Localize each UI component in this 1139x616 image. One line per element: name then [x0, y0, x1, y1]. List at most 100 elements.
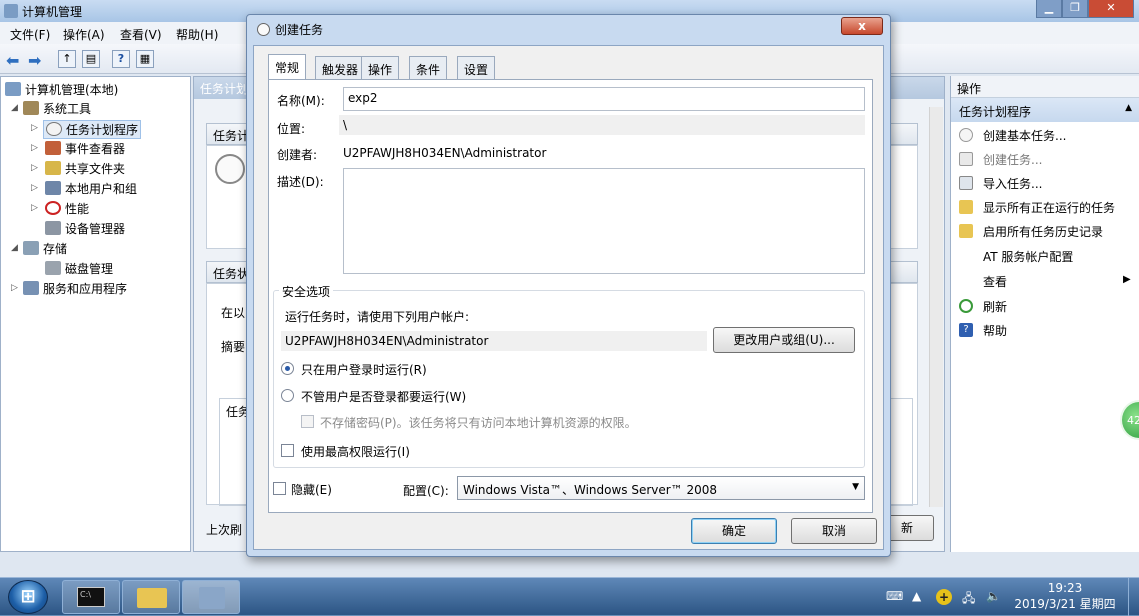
refresh-icon [959, 299, 973, 313]
import-task-icon [959, 176, 973, 190]
tray-notification-icon[interactable]: + [936, 589, 952, 605]
tree-storage[interactable]: 存储 [23, 240, 67, 257]
tray-expand-icon[interactable]: ▲ [912, 589, 921, 603]
up-folder-icon[interactable]: ↑ [58, 50, 76, 68]
tree-root[interactable]: 计算机管理(本地) [5, 81, 118, 98]
main-title: 计算机管理 [22, 5, 83, 19]
close-button[interactable]: ✕ [1088, 0, 1134, 18]
menu-file[interactable]: 文件(F) [10, 26, 50, 43]
description-textarea[interactable] [343, 168, 865, 274]
action-view[interactable]: 查看 [983, 273, 1007, 290]
computer-management-icon [199, 587, 225, 609]
tree-task-scheduler[interactable]: 任务计划程序 [43, 120, 142, 139]
radio-run-logged-on[interactable] [281, 362, 294, 375]
run-as-text: 运行任务时，请使用下列用户帐户: [285, 310, 470, 324]
radio-run-whether-logged[interactable] [281, 389, 294, 402]
action-help[interactable]: 帮助 [983, 322, 1007, 339]
cancel-button[interactable]: 取消 [791, 518, 877, 544]
tree-local-users[interactable]: 本地用户和组 [45, 180, 137, 197]
taskbar-computer-management[interactable] [182, 580, 240, 614]
actions-section-task-scheduler[interactable]: 任务计划程序 ▲ [951, 98, 1139, 122]
highest-privileges-label[interactable]: 使用最高权限运行(I) [301, 443, 410, 460]
taskbar-explorer[interactable] [122, 580, 180, 614]
no-store-password-label: 不存储密码(P)。该任务将只有访问本地计算机资源的权限。 [320, 416, 637, 430]
users-icon [45, 181, 61, 195]
performance-icon [45, 201, 61, 215]
tree-event-viewer[interactable]: 事件查看器 [45, 140, 125, 157]
tab-actions[interactable]: 操作 [361, 56, 400, 79]
chevron-down-icon: ▼ [852, 482, 859, 492]
summary-label: 摘要 [221, 340, 246, 354]
start-button[interactable]: ⊞ [8, 580, 48, 614]
keyboard-icon[interactable]: ⌨ [886, 589, 903, 603]
action-create-basic-task[interactable]: 创建基本任务... [983, 127, 1066, 144]
ok-button[interactable]: 确定 [691, 518, 777, 544]
maximize-button[interactable]: ❐ [1062, 0, 1088, 18]
clock-date: 2019/3/21 星期四 [1014, 597, 1116, 611]
properties-icon[interactable]: ▦ [136, 50, 154, 68]
clock[interactable]: 19:23 2019/3/21 星期四 [1010, 580, 1120, 612]
action-import-task[interactable]: 导入任务... [983, 175, 1042, 192]
help-icon: ? [959, 323, 973, 337]
security-options-title: 安全选项 [279, 283, 334, 300]
tab-settings[interactable]: 设置 [457, 56, 496, 79]
show-hide-tree-icon[interactable]: ▤ [82, 50, 100, 68]
hidden-checkbox[interactable] [273, 482, 286, 495]
tree-shared-folders[interactable]: 共享文件夹 [45, 160, 125, 177]
show-desktop-button[interactable] [1128, 578, 1139, 616]
shared-folder-icon [45, 161, 61, 175]
actions-pane: 操作 任务计划程序 ▲ 创建基本任务... 创建任务... 导入任务... 显示所… [950, 76, 1139, 552]
services-icon [23, 281, 39, 295]
tree-services-apps[interactable]: 服务和应用程序 [23, 280, 127, 297]
volume-icon[interactable]: 🔈 [986, 589, 1001, 603]
minimize-button[interactable]: ▁ [1036, 0, 1062, 18]
tree-device-manager[interactable]: 设备管理器 [45, 220, 125, 237]
hidden-label[interactable]: 隐藏(E) [291, 481, 332, 498]
taskbar: ⊞ C:\ ⌨ ▲ + 🖧 🔈 19:23 2019/3/21 星期四 [0, 577, 1139, 616]
highest-privileges-checkbox[interactable] [281, 444, 294, 457]
change-user-button[interactable]: 更改用户或组(U)... [713, 327, 855, 353]
menu-help[interactable]: 帮助(H) [176, 26, 218, 43]
dialog-close-button[interactable]: x [841, 17, 883, 35]
create-task-dialog: 创建任务 x 常规 触发器 操作 条件 设置 名称(M): exp2 位置: \… [246, 14, 891, 557]
dialog-title: 创建任务 [275, 23, 324, 37]
forward-arrow-icon[interactable]: ➡ [28, 51, 41, 70]
dialog-body: 常规 触发器 操作 条件 设置 名称(M): exp2 位置: \ 创建者: U… [253, 45, 884, 550]
tree-system-tools[interactable]: 系统工具 [23, 100, 91, 117]
create-basic-task-icon [959, 128, 973, 142]
event-viewer-icon [45, 141, 61, 155]
radio-run-logged-on-label[interactable]: 只在用户登录时运行(R) [301, 361, 427, 378]
status-text: 在以 [221, 306, 246, 320]
config-select[interactable]: Windows Vista™、Windows Server™ 2008 ▼ [457, 476, 865, 500]
action-at-service-config[interactable]: AT 服务帐户配置 [983, 248, 1073, 265]
tab-triggers[interactable]: 触发器 [315, 56, 366, 79]
name-label: 名称(M): [277, 94, 325, 108]
run-as-user: U2PFAWJH8H034EN\Administrator [281, 331, 707, 351]
taskbar-cmd[interactable]: C:\ [62, 580, 120, 614]
actions-header: 操作 [951, 76, 1139, 98]
help-icon[interactable]: ? [112, 50, 130, 68]
action-create-task[interactable]: 创建任务... [983, 151, 1042, 168]
radio-run-whether-logged-label[interactable]: 不管用户是否登录都要运行(W) [301, 388, 466, 405]
center-scrollbar[interactable] [929, 107, 943, 507]
location-value: \ [339, 115, 865, 135]
author-label: 创建者: [277, 148, 318, 162]
tree-performance[interactable]: 性能 [45, 200, 89, 217]
action-show-running[interactable]: 显示所有正在运行的任务 [983, 199, 1115, 216]
action-refresh[interactable]: 刷新 [983, 298, 1007, 315]
tools-icon [23, 101, 39, 115]
network-icon[interactable]: 🖧 [962, 589, 975, 610]
submenu-arrow-icon: ▶ [1123, 274, 1131, 285]
no-store-password-checkbox[interactable] [301, 415, 314, 428]
tree-disk-management[interactable]: 磁盘管理 [45, 260, 113, 277]
menu-action[interactable]: 操作(A) [63, 26, 105, 43]
tab-conditions[interactable]: 条件 [409, 56, 448, 79]
back-arrow-icon[interactable]: ⬅ [6, 51, 19, 70]
action-enable-history[interactable]: 启用所有任务历史记录 [983, 223, 1103, 240]
menu-view[interactable]: 查看(V) [120, 26, 162, 43]
location-label: 位置: [277, 122, 306, 136]
tab-general[interactable]: 常规 [268, 54, 307, 80]
name-input[interactable]: exp2 [343, 87, 865, 111]
clock-icon [257, 23, 270, 36]
clock-icon [215, 154, 245, 184]
